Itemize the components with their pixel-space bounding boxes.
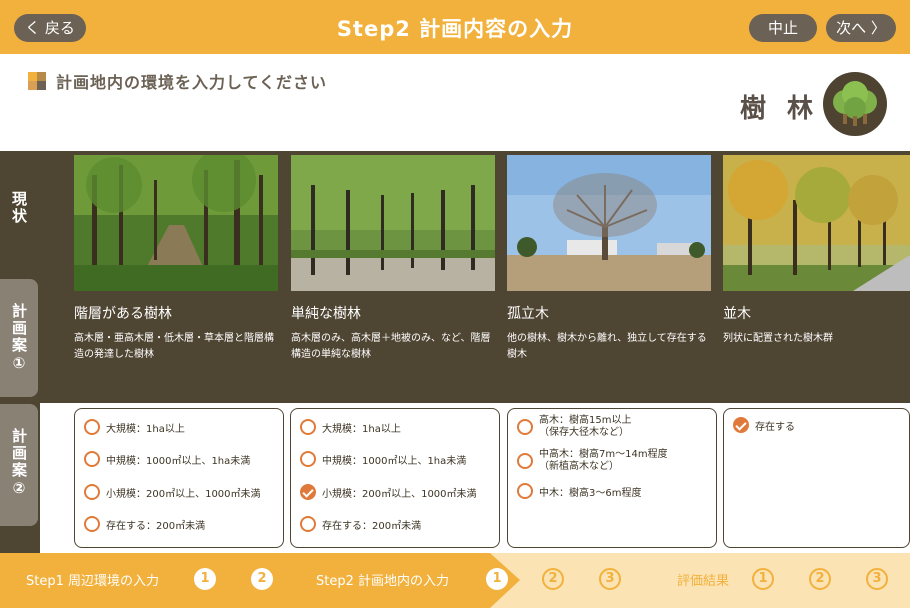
simple-forest-photo: [291, 155, 495, 291]
option-label: 存在する: [755, 421, 795, 433]
card-solitary-tree[interactable]: 孤立木 他の樹林、樹木から離れ、独立して存在する樹木: [507, 155, 711, 360]
option-exists[interactable]: 存在する：200㎡未満: [84, 516, 205, 532]
progress-result-label: 評価結果: [677, 574, 730, 589]
step1-num1[interactable]: 1: [194, 568, 216, 590]
result-num2[interactable]: 2: [809, 568, 831, 590]
option-label: 中高木：樹高7m～14m程度: [539, 449, 668, 460]
option-label: 小規模：200㎡以上、1000㎡未満: [322, 488, 477, 500]
tab-current[interactable]: 現状: [0, 151, 38, 275]
option-sublabel: （新植高木など）: [539, 461, 619, 472]
option-tall[interactable]: 高木：樹高15m以上 （保存大径木など）: [517, 415, 631, 439]
radio-button[interactable]: [517, 453, 533, 469]
tab-plan-2[interactable]: 計画案②: [0, 404, 38, 526]
instruction-row: 計画地内の環境を入力してください: [28, 70, 327, 92]
progress-step1-label: Step1 周辺環境の入力: [26, 574, 160, 589]
option-label: 小規模：200㎡以上、1000㎡未満: [106, 488, 261, 500]
radio-button[interactable]: [84, 451, 100, 467]
option-large[interactable]: 大規模：1ha以上: [84, 419, 185, 435]
card-desc: 列状に配置された樹木群: [723, 333, 833, 344]
progress-step2-label: Step2 計画地内の入力: [316, 574, 450, 589]
card-row-trees[interactable]: 並木 列状に配置された樹木群: [723, 155, 910, 344]
option-box-layered: 大規模：1ha以上 中規模：1000㎡以上、1ha未満 小規模：200㎡以上、1…: [74, 408, 284, 548]
card-desc: 高木層・亜高木層・低木層・草本層と階層構造の発達した樹林: [74, 333, 274, 360]
step2-num3[interactable]: 3: [599, 568, 621, 590]
card-layered-forest[interactable]: 階層がある樹林 高木層・亜高木層・低木層・草本層と階層構造の発達した樹林: [74, 155, 278, 360]
instruction-text: 計画地内の環境を入力してください: [56, 73, 328, 92]
card-name: 孤立木: [507, 306, 549, 322]
card-desc: 高木層のみ、高木層＋地被のみ、など、階層構造の単純な樹林: [291, 333, 491, 360]
step2-num1[interactable]: 1: [486, 568, 508, 590]
card-desc: 他の樹林、樹木から離れ、独立して存在する樹木: [507, 333, 707, 360]
radio-button[interactable]: [300, 451, 316, 467]
card-name: 階層がある樹林: [74, 306, 172, 322]
option-label: 中規模：1000㎡以上、1ha未満: [106, 455, 251, 467]
radio-button-checked[interactable]: [733, 417, 749, 433]
result-num3[interactable]: 3: [866, 568, 888, 590]
option-small[interactable]: 小規模：200㎡以上、1000㎡未満: [84, 484, 261, 500]
card-name: 単純な樹林: [291, 306, 361, 322]
card-simple-forest[interactable]: 単純な樹林 高木層のみ、高木層＋地被のみ、など、階層構造の単純な樹林: [291, 155, 495, 360]
option-label: 存在する：200㎡未満: [322, 520, 422, 532]
radio-button[interactable]: [84, 516, 100, 532]
option-label: 高木：樹高15m以上: [539, 415, 632, 426]
result-num1[interactable]: 1: [752, 568, 774, 590]
radio-button[interactable]: [84, 484, 100, 500]
option-box-simple: 大規模：1ha以上 中規模：1000㎡以上、1ha未満 小規模：200㎡以上、1…: [290, 408, 500, 548]
tab-current-label: 現状: [10, 191, 28, 225]
step2-num2[interactable]: 2: [542, 568, 564, 590]
category-label: 樹 林: [740, 94, 820, 124]
option-label: 大規模：1ha以上: [106, 423, 185, 435]
option-label: 中規模：1000㎡以上、1ha未満: [322, 455, 467, 467]
back-button[interactable]: く 戻る: [14, 14, 86, 42]
option-label: 中木：樹高3～6m程度: [539, 487, 642, 499]
tree-icon: [823, 72, 887, 136]
tab-plan-1[interactable]: 計画案①: [0, 279, 38, 397]
option-large[interactable]: 大規模：1ha以上: [300, 419, 401, 435]
solitary-tree-photo: [507, 155, 711, 291]
option-exists[interactable]: 存在する: [733, 417, 795, 433]
option-exists[interactable]: 存在する：200㎡未満: [300, 516, 421, 532]
option-mid-tall[interactable]: 中高木：樹高7m～14m程度 （新植高木など）: [517, 449, 668, 473]
option-medium[interactable]: 中規模：1000㎡以上、1ha未満: [84, 451, 250, 467]
option-box-row: 存在する: [723, 408, 910, 548]
radio-button[interactable]: [84, 419, 100, 435]
square-bullet-icon: [28, 72, 46, 90]
option-label: 存在する：200㎡未満: [106, 520, 206, 532]
radio-button[interactable]: [517, 483, 533, 499]
radio-button[interactable]: [300, 419, 316, 435]
row-trees-photo: [723, 155, 910, 291]
radio-button[interactable]: [300, 516, 316, 532]
tab-plan-2-label: 計画案②: [10, 428, 28, 499]
card-name: 並木: [723, 306, 751, 322]
option-sublabel: （保存大径木など）: [539, 427, 629, 438]
option-box-solitary: 高木：樹高15m以上 （保存大径木など） 中高木：樹高7m～14m程度 （新植高木な…: [507, 408, 717, 548]
next-button[interactable]: 次へ 〉: [826, 14, 896, 42]
step1-num2[interactable]: 2: [251, 568, 273, 590]
option-mid[interactable]: 中木：樹高3～6m程度: [517, 483, 641, 499]
layered-forest-photo: [74, 155, 278, 291]
option-small[interactable]: 小規模：200㎡以上、1000㎡未満: [300, 484, 477, 500]
tab-plan-1-label: 計画案①: [10, 303, 28, 374]
option-medium[interactable]: 中規模：1000㎡以上、1ha未満: [300, 451, 466, 467]
stop-button[interactable]: 中止: [749, 14, 817, 42]
radio-button[interactable]: [517, 419, 533, 435]
radio-button-checked[interactable]: [300, 484, 316, 500]
option-label: 大規模：1ha以上: [322, 423, 401, 435]
